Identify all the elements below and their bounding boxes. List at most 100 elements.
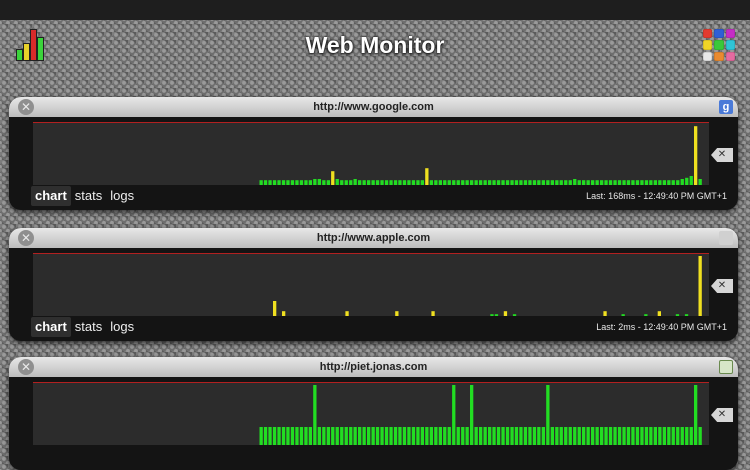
chart-bar (295, 180, 299, 185)
delete-icon[interactable]: ✕ (711, 279, 733, 293)
chart-bar (675, 314, 680, 316)
chart-bar (272, 180, 277, 185)
chart-bar (501, 427, 505, 445)
chart-bar (313, 179, 317, 185)
chart-bar (268, 427, 272, 445)
chart-bar (416, 180, 420, 185)
chart-bar (384, 180, 389, 185)
chart-bar (546, 385, 550, 445)
chart-bar (698, 427, 702, 445)
chart-bar (631, 180, 635, 185)
chart-bar (393, 427, 398, 445)
chart-bar (425, 168, 429, 185)
last-status: Last: 2ms - 12:49:40 PM GMT+1 (596, 322, 727, 332)
tab-logs[interactable]: logs (106, 186, 138, 206)
color-grid-icon[interactable] (703, 29, 735, 61)
chart-bar (371, 180, 375, 185)
chart-bar (474, 427, 478, 445)
chart-bar (452, 180, 456, 185)
chart-svg (273, 256, 702, 316)
chart-bar (331, 427, 335, 445)
tab-chart[interactable]: chart (31, 186, 71, 206)
chart-bar (608, 427, 613, 445)
chart-bar (640, 427, 644, 445)
chart-bar (694, 385, 698, 445)
response-chart (33, 122, 709, 185)
chart-bar (393, 180, 398, 185)
chart-bar (577, 427, 581, 445)
delete-icon[interactable]: ✕ (711, 408, 733, 422)
chart-bar (398, 427, 402, 445)
chart-bar (416, 427, 420, 445)
chart-bar (626, 427, 631, 445)
chart-bar (595, 180, 599, 185)
chart-bar (277, 427, 281, 445)
chart-bar (532, 180, 537, 185)
chart-bar (649, 427, 653, 445)
chart-bar (617, 180, 622, 185)
chart-bar (604, 427, 608, 445)
chart-bar (541, 180, 545, 185)
chart-bar (667, 180, 671, 185)
chart-bar (644, 180, 649, 185)
tab-logs[interactable]: logs (106, 317, 138, 337)
chart-bar (698, 256, 702, 316)
chart-bar (546, 180, 550, 185)
chart-bar (272, 427, 277, 445)
chart-bar (465, 180, 469, 185)
tab-stats[interactable]: stats (71, 317, 106, 337)
chart-bar (640, 180, 644, 185)
monitor-panel: ✕ http://www.apple.com ✕ chart stats log… (9, 228, 738, 341)
chart-bar (353, 179, 357, 185)
delete-icon[interactable]: ✕ (711, 148, 733, 162)
chart-bar (537, 180, 541, 185)
chart-bar (317, 427, 321, 445)
chart-bar (622, 180, 626, 185)
chart-svg (259, 385, 702, 445)
chart-svg (259, 126, 702, 185)
status-bar (0, 0, 750, 20)
chart-bar (680, 179, 684, 185)
tab-stats[interactable]: stats (71, 186, 106, 206)
apple-icon (719, 231, 733, 245)
chart-bar (573, 179, 577, 185)
chart-bar (582, 427, 586, 445)
chart-bar (631, 427, 635, 445)
panel-header: ✕ http://piet.jonas.com (9, 357, 738, 377)
chart-bar (438, 180, 442, 185)
chart-bar (523, 180, 528, 185)
chart-bar (698, 179, 702, 185)
chart-bar (519, 427, 523, 445)
chart-bar (622, 427, 626, 445)
chart-bar (514, 427, 519, 445)
chart-bar (456, 427, 460, 445)
chart-bar (604, 180, 608, 185)
chart-bar (461, 180, 465, 185)
chart-bar (375, 180, 380, 185)
chart-bar (335, 427, 339, 445)
chart-bar (313, 385, 317, 445)
response-chart (33, 382, 709, 445)
chart-bar (434, 180, 438, 185)
chart-bar (528, 180, 532, 185)
chart-bar (600, 180, 604, 185)
chart-bar (411, 180, 416, 185)
chart-bar (411, 427, 416, 445)
chart-bar (492, 427, 496, 445)
chart-bar (523, 427, 528, 445)
chart-bar (429, 180, 433, 185)
chart-bar (490, 314, 494, 316)
chart-bar (671, 180, 675, 185)
chart-bar (389, 427, 393, 445)
chart-bar (582, 180, 586, 185)
chart-bar (621, 314, 625, 316)
chart-bar (528, 427, 532, 445)
chart-bar (667, 427, 671, 445)
chart-bar (290, 427, 295, 445)
chart-bar (353, 427, 357, 445)
chart-bar (684, 314, 689, 316)
monitor-url: http://piet.jonas.com (319, 361, 428, 373)
chart-bar (322, 180, 326, 185)
tab-chart[interactable]: chart (31, 317, 71, 337)
chart-bar (434, 427, 438, 445)
